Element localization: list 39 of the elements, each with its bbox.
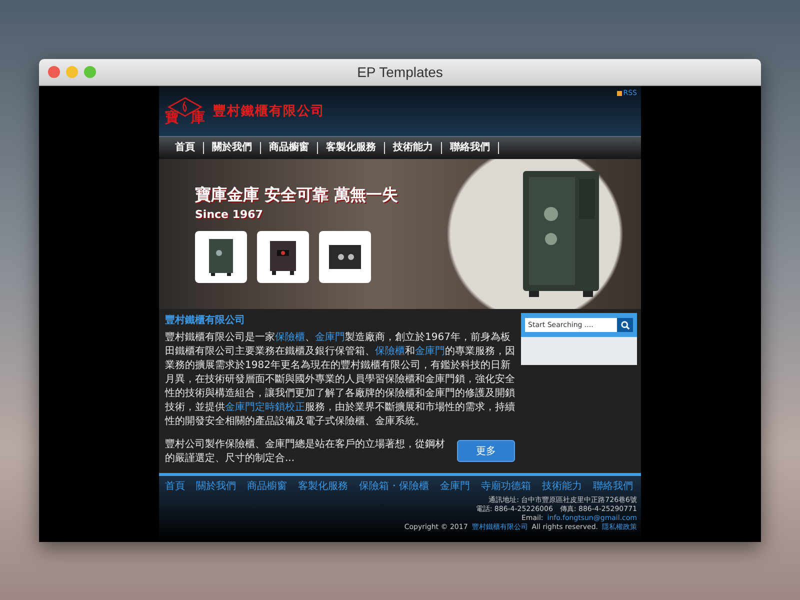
- footer-link[interactable]: 保險箱・保險櫃: [359, 479, 429, 493]
- zoom-button[interactable]: [84, 66, 96, 78]
- safe-picture: [257, 231, 309, 283]
- text-link[interactable]: 保險櫃: [275, 332, 305, 343]
- text-link[interactable]: 保險櫃: [375, 346, 405, 357]
- company-name: 豐村鐵櫃有限公司: [213, 103, 325, 120]
- window-title: EP Templates: [357, 64, 443, 80]
- footer-link[interactable]: 商品櫥窗: [247, 479, 287, 493]
- rss-icon: [617, 90, 622, 96]
- banner-headline: 寶庫金庫 安全可靠 萬無一失: [195, 185, 398, 206]
- search-button[interactable]: [617, 318, 633, 332]
- logo-character: 庫: [191, 111, 205, 125]
- nav-link[interactable]: 聯絡我們: [442, 142, 499, 154]
- minimize-button[interactable]: [66, 66, 78, 78]
- footer-link[interactable]: 關於我們: [196, 479, 236, 493]
- footer-link[interactable]: 寺廟功德箱: [481, 479, 531, 493]
- nav-link[interactable]: 商品櫥窗: [261, 142, 318, 154]
- footer-link[interactable]: 技術能力: [542, 479, 582, 493]
- footer-link[interactable]: 客製化服務: [298, 479, 348, 493]
- nav-link[interactable]: 客製化服務: [318, 142, 385, 154]
- footer-link[interactable]: 首頁: [165, 479, 185, 493]
- footer-link[interactable]: 聯絡我們: [593, 479, 633, 493]
- text-link[interactable]: 金庫門定時鎖校正: [225, 402, 305, 413]
- nav-link[interactable]: 首頁: [167, 142, 204, 154]
- text-link[interactable]: 金庫門: [415, 346, 445, 357]
- safe-picture: [195, 231, 247, 283]
- company-description: 豐村鐵櫃有限公司是一家保險櫃、金庫門製造廠商，創立於1967年，前身為板田鐵櫃有限公司主要業務在鐵櫃及銀行保管箱、保險櫃和金庫門的專業服務，因業務的擴展需求於1982年更名為現在的豐村鐵櫃有限公司，有鑑於科技的日新月異，在技術研發層面不斷與國外專業的人員學習保險櫃和金庫門鎖，強化安全性的技術與構造組合，讓我們更加了解了各廠牌的保險櫃和金庫門的修護及開鎖技術，並提供金庫門定時鎖校正服務，由於業界不斷擴展和市場性的需求，持續性的開發安全相關的產品設備及電子式保險櫃、金庫系統。: [165, 331, 515, 429]
- text-link[interactable]: 金庫門: [315, 332, 345, 343]
- close-button[interactable]: [48, 66, 60, 78]
- nav-link[interactable]: 技術能力: [385, 142, 442, 154]
- logo-character: 寶: [165, 111, 179, 125]
- excerpt-text: 豐村公司製作保險櫃、金庫門總是站在客戶的立場著想，從鋼材的嚴謹選定、尺寸的制定合...: [165, 438, 446, 465]
- safe-picture: [319, 231, 371, 283]
- footer-link[interactable]: 金庫門: [440, 479, 470, 493]
- nav-link[interactable]: 關於我們: [204, 142, 261, 154]
- banner-since: Since 1967: [195, 208, 264, 221]
- more-button[interactable]: 更多: [457, 440, 515, 462]
- section-heading: 豐村鐵櫃有限公司: [165, 314, 246, 327]
- search-icon: [620, 320, 630, 330]
